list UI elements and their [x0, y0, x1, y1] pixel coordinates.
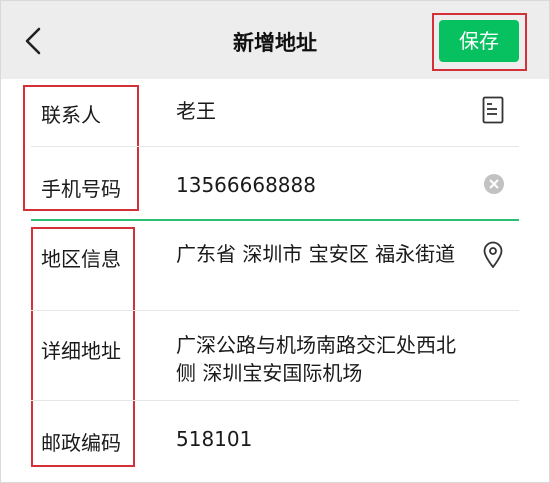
- locate-button[interactable]: [482, 241, 504, 269]
- save-button[interactable]: 保存: [439, 20, 519, 62]
- contact-label: 联系人: [41, 103, 101, 127]
- nav-header: 新增地址 保存: [1, 1, 549, 79]
- detail-address-row[interactable]: 详细地址 广深公路与机场南路交汇处西北侧 深圳宝安国际机场: [1, 311, 549, 401]
- contact-book-button[interactable]: [482, 96, 504, 124]
- detail-address-label: 详细地址: [41, 339, 121, 363]
- detail-address-input[interactable]: 广深公路与机场南路交汇处西北侧 深圳宝安国际机场: [176, 331, 466, 387]
- region-label: 地区信息: [41, 247, 121, 271]
- postal-code-label: 邮政编码: [41, 431, 121, 455]
- phone-input[interactable]: 13566668888: [176, 171, 316, 199]
- region-row[interactable]: 地区信息 广东省 深圳市 宝安区 福永街道: [1, 221, 549, 311]
- clear-phone-button[interactable]: [483, 173, 505, 195]
- clear-circle-icon: [484, 174, 504, 194]
- phone-row[interactable]: 手机号码 13566668888: [1, 147, 549, 219]
- contact-list-icon: [482, 96, 504, 124]
- location-pin-icon: [483, 241, 503, 268]
- postal-code-input[interactable]: 518101: [176, 425, 252, 453]
- region-selector[interactable]: 广东省 深圳市 宝安区 福永街道: [176, 240, 466, 268]
- postal-code-row[interactable]: 邮政编码 518101: [1, 401, 549, 471]
- page-frame: 新增地址 保存 联系人 老王 手机号码 13566668888 地区信息 广东省…: [0, 0, 550, 483]
- phone-label: 手机号码: [41, 177, 121, 201]
- contact-row[interactable]: 联系人 老王: [1, 79, 549, 145]
- contact-input[interactable]: 老王: [176, 97, 216, 125]
